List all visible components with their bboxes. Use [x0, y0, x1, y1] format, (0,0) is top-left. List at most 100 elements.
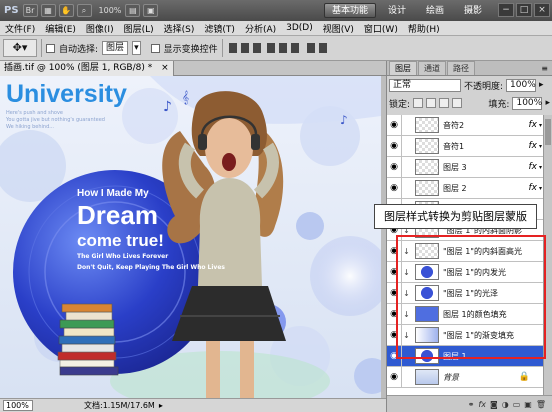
layer-row[interactable]: ◉ 背景 🔒 [387, 366, 544, 388]
separator [221, 39, 223, 57]
visibility-eye-icon[interactable]: ◉ [387, 156, 402, 178]
minibridge-icon[interactable]: ▦ [40, 4, 56, 17]
document-canvas[interactable]: ♪ 𝄞 ♫ ♪ [0, 76, 381, 398]
scroll-thumb[interactable] [545, 119, 551, 145]
annotation-callout: 图层样式转换为剪贴图层蒙版 [374, 204, 537, 229]
arrange-documents-icon[interactable]: ▤ [125, 4, 141, 17]
layer-row[interactable]: ◉ 音符1 fx ▾ [387, 135, 544, 157]
expand-effects-icon[interactable]: ▾ [539, 185, 542, 192]
menu-help[interactable]: 帮助(H) [403, 22, 445, 35]
lock-transparency-icon[interactable] [413, 98, 424, 108]
layer-name: 背景 [443, 372, 459, 382]
add-mask-icon[interactable]: ◙ [490, 400, 498, 409]
fill-arrow[interactable]: ▸ [545, 98, 550, 108]
bridge-icon[interactable]: Br [22, 4, 38, 17]
fill-label: 填充: [488, 99, 510, 110]
add-style-icon[interactable]: fx [478, 400, 486, 409]
workspace-design[interactable]: 设计 [380, 3, 414, 18]
layer-effects-icon[interactable]: fx [528, 120, 537, 130]
tab-channels[interactable]: 通道 [418, 61, 446, 75]
move-tool-preset-icon[interactable]: ✥▾ [3, 39, 37, 57]
menu-file[interactable]: 文件(F) [0, 22, 40, 35]
layer-row[interactable]: ◉ 音符2 fx ▾ [387, 115, 544, 136]
layer-row[interactable]: ◉ 图层 3 fx ▾ [387, 156, 544, 178]
blend-mode-select[interactable]: 正常 [389, 78, 461, 92]
maximize-button[interactable]: □ [516, 3, 532, 17]
tagline-2: Don't Quit, Keep Playing The Girl Who Li… [77, 264, 225, 271]
layer-row[interactable]: ◉ 图层 2 fx ▾ [387, 177, 544, 199]
zoom-level[interactable]: 100% [99, 6, 122, 15]
expand-effects-icon[interactable]: ▾ [539, 122, 542, 129]
layer-effects-icon[interactable]: fx [528, 141, 537, 151]
intro-line-3: We hiking behind... [6, 124, 55, 130]
menu-bar: 文件(F) 编辑(E) 图像(I) 图层(L) 选择(S) 滤镜(T) 分析(A… [0, 21, 552, 36]
hand-icon[interactable]: ✋ [58, 4, 74, 17]
status-menu-arrow[interactable]: ▸ [159, 401, 163, 410]
layer-effects-icon[interactable]: fx [528, 162, 537, 172]
lock-position-icon[interactable] [439, 98, 450, 108]
minimize-button[interactable]: − [498, 3, 514, 17]
screen-mode-icon[interactable]: ▣ [143, 4, 159, 17]
align-distribute-icons[interactable] [227, 40, 337, 56]
auto-select-dropdown[interactable]: 图层 [102, 41, 129, 55]
menu-image[interactable]: 图像(I) [81, 22, 119, 35]
auto-select-dropdown-arrow[interactable]: ▾ [132, 41, 141, 55]
visibility-eye-icon[interactable]: ◉ [387, 115, 402, 136]
window-controls: − □ × [498, 3, 550, 17]
show-transform-checkbox[interactable] [150, 43, 160, 53]
menu-window[interactable]: 窗口(W) [359, 22, 403, 35]
layers-footer: ⚭ fx ◙ ◑ ▭ ▣ 🗑 [387, 395, 552, 412]
layer-thumbnail [415, 117, 439, 133]
link-layers-icon[interactable]: ⚭ [468, 400, 475, 409]
menu-3d[interactable]: 3D(D) [281, 23, 318, 33]
delete-layer-icon[interactable]: 🗑 [536, 400, 546, 409]
artwork: ♪ 𝄞 ♫ ♪ [0, 76, 381, 398]
close-button[interactable]: × [534, 3, 550, 17]
document-tab[interactable]: 插画.tif @ 100% (图层 1, RGB/8) * × [0, 61, 174, 76]
opacity-arrow[interactable]: ▸ [539, 80, 544, 90]
fill-input[interactable]: 100% [512, 96, 543, 110]
lock-all-icon[interactable] [452, 98, 463, 108]
lock-row: 锁定: 填充: 100% ▸ [387, 94, 552, 112]
workspace-essentials[interactable]: 基本功能 [323, 3, 376, 18]
tab-layers[interactable]: 图层 [389, 61, 417, 75]
lock-icon: 🔒 [518, 372, 530, 382]
menu-layer[interactable]: 图层(L) [119, 22, 159, 35]
workspace-painting[interactable]: 绘画 [418, 3, 452, 18]
expand-effects-icon[interactable]: ▾ [539, 164, 542, 171]
document-size: 文档:1.15M/17.6M [84, 401, 155, 410]
workspace-photography[interactable]: 摄影 [456, 3, 490, 18]
menu-view[interactable]: 视图(V) [318, 22, 359, 35]
expand-effects-icon[interactable]: ▾ [539, 143, 542, 150]
menu-analysis[interactable]: 分析(A) [240, 22, 281, 35]
visibility-eye-icon[interactable]: ◉ [387, 366, 402, 388]
menu-select[interactable]: 选择(S) [159, 22, 200, 35]
layer-effects-icon[interactable]: fx [528, 183, 537, 193]
auto-select-checkbox[interactable] [46, 43, 55, 53]
document-title: 插画.tif @ 100% (图层 1, RGB/8) * [4, 63, 153, 73]
document-tab-strip: 插画.tif @ 100% (图层 1, RGB/8) * × [0, 61, 386, 76]
close-tab-icon[interactable]: × [161, 63, 169, 73]
new-group-icon[interactable]: ▭ [513, 400, 521, 409]
lock-label: 锁定: [389, 99, 411, 110]
lock-pixels-icon[interactable] [426, 98, 437, 108]
opacity-input[interactable]: 100% [506, 78, 537, 92]
status-bar: 100% 文档:1.15M/17.6M ▸ [0, 398, 386, 412]
title-bar: PS Br ▦ ✋ ⌕ 100% ▤ ▣ 基本功能 设计 绘画 摄影 − □ × [0, 0, 552, 21]
status-zoom[interactable]: 100% [3, 400, 33, 411]
headline-come-true: come true! [77, 231, 164, 250]
visibility-eye-icon[interactable]: ◉ [387, 135, 402, 157]
panel-menu-icon[interactable]: ≡ [537, 64, 552, 75]
adjustment-layer-icon[interactable]: ◑ [502, 400, 509, 409]
layer-thumbnail [415, 138, 439, 154]
menu-edit[interactable]: 编辑(E) [40, 22, 81, 35]
options-bar: ✥▾ 自动选择: 图层 ▾ 显示变换控件 [0, 36, 552, 61]
svg-text:♪: ♪ [163, 99, 172, 115]
headline-how: How I Made My [77, 188, 149, 199]
tab-paths[interactable]: 路径 [447, 61, 475, 75]
zoom-tool-icon[interactable]: ⌕ [76, 4, 92, 17]
visibility-eye-icon[interactable]: ◉ [387, 177, 402, 199]
svg-text:♪: ♪ [340, 113, 348, 127]
menu-filter[interactable]: 滤镜(T) [199, 22, 240, 35]
new-layer-icon[interactable]: ▣ [524, 400, 532, 409]
